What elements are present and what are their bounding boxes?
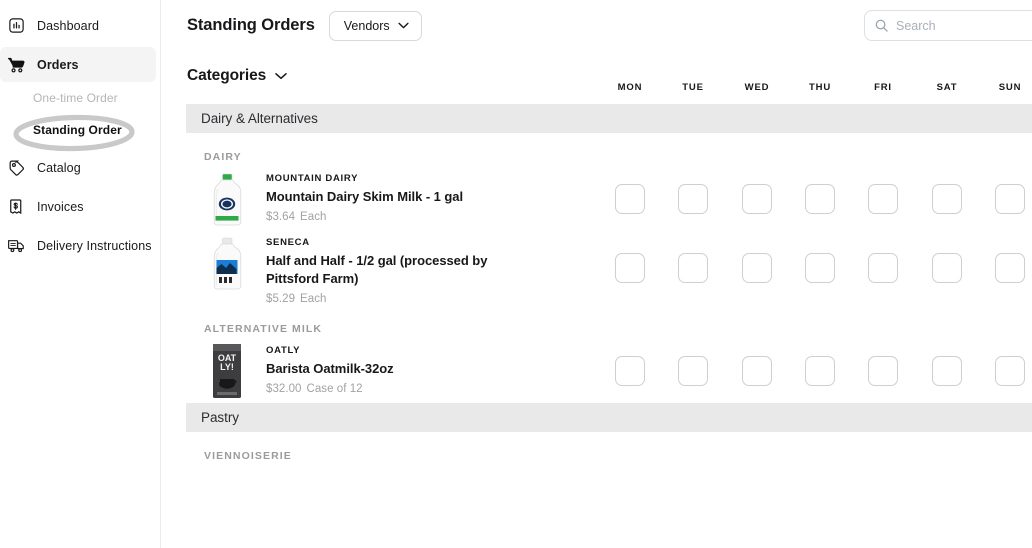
quantity-box-wed[interactable] [742,356,772,386]
product-unit: Case of 12 [306,383,363,395]
sidebar-item-catalog[interactable]: Catalog [0,150,156,185]
chevron-down-icon[interactable] [275,72,287,80]
cart-icon [7,55,26,74]
truck-icon [7,236,26,255]
search-box[interactable] [864,10,1032,41]
quantity-box-wed[interactable] [742,184,772,214]
product-thumbnail: OAT LY! [204,341,250,403]
product-image-oatly-carton: OAT LY! [212,343,242,399]
sidebar-item-label: Invoices [37,199,84,214]
quantity-box-sat[interactable] [932,184,962,214]
sidebar: Dashboard Orders One-time Order Standing… [0,0,161,548]
product-thumbnail [204,169,250,231]
subcategory-label: DAIRY [204,151,242,163]
sidebar-item-invoices[interactable]: Invoices [0,189,156,224]
sidebar-item-dashboard[interactable]: Dashboard [0,8,156,43]
product-price: $32.00 [266,383,302,395]
category-band-label: Dairy & Alternatives [201,111,318,126]
product-name[interactable]: Mountain Dairy Skim Milk - 1 gal [266,188,463,206]
product-brand: SENECA [266,237,310,248]
product-unit: Each [300,293,327,305]
sidebar-item-label: Orders [37,57,79,72]
sidebar-item-label: Catalog [37,160,81,175]
product-row: MOUNTAIN DAIRY Mountain Dairy Skim Milk -… [161,167,1032,231]
quantity-box-thu[interactable] [805,356,835,386]
quantity-box-mon[interactable] [615,356,645,386]
page-title: Standing Orders [187,16,315,34]
quantity-box-wed[interactable] [742,253,772,283]
chevron-down-icon [398,22,409,29]
product-list: Dairy & Alternatives DAIRY MOUNTAIN DAIRY… [161,104,1032,548]
quantity-box-sun[interactable] [995,253,1025,283]
product-image-gallon-jug [210,173,244,227]
categories-title: Categories [187,67,267,84]
search-icon [875,19,888,32]
quantity-box-tue[interactable] [678,184,708,214]
quantity-box-tue[interactable] [678,356,708,386]
sidebar-subitem-label: One-time Order [33,91,118,105]
sidebar-subitem-label: Standing Order [33,123,122,137]
quantity-box-fri[interactable] [868,253,898,283]
product-unit: Each [300,211,327,223]
product-name[interactable]: Barista Oatmilk-32oz [266,360,394,378]
product-price: $5.29 [266,293,296,305]
quantity-box-sun[interactable] [995,356,1025,386]
sidebar-item-orders[interactable]: Orders [0,47,156,82]
quantity-box-sat[interactable] [932,253,962,283]
search-input[interactable] [896,18,1032,33]
quantity-box-mon[interactable] [615,184,645,214]
subcategory-label: VIENNOISERIE [204,450,292,462]
product-image-half-gallon-jug [210,237,244,291]
quantity-box-thu[interactable] [805,253,835,283]
quantity-box-thu[interactable] [805,184,835,214]
product-row: SENECA Half and Half - 1/2 gal (processed… [161,231,1032,305]
quantity-box-mon[interactable] [615,253,645,283]
product-info: MOUNTAIN DAIRY Mountain Dairy Skim Milk -… [250,167,463,223]
quantity-box-sun[interactable] [995,184,1025,214]
product-name[interactable]: Half and Half - 1/2 gal (processed by Pi… [266,252,536,288]
category-band[interactable]: Dairy & Alternatives [186,104,1032,133]
product-price: $3.64 [266,211,296,223]
product-thumbnail [204,233,250,295]
sidebar-subitem-standing-order[interactable]: Standing Order [0,114,160,146]
category-band-label: Pastry [201,410,239,425]
tag-icon [7,158,26,177]
vendors-dropdown-button[interactable]: Vendors [328,10,422,41]
dashboard-icon [7,16,26,35]
product-price-row: $3.64 Each [266,211,463,223]
product-brand: OATLY [266,345,301,356]
svg-text:LY!: LY! [220,362,234,372]
sidebar-item-label: Dashboard [37,18,100,33]
product-price-row: $5.29 Each [266,293,536,305]
invoice-icon [7,197,26,216]
sidebar-item-label: Delivery Instructions [37,238,152,253]
product-row: OAT LY! OATLY Barista Oatmilk-32oz $32.00 C… [161,339,1032,403]
quantity-box-tue[interactable] [678,253,708,283]
app-root: Dashboard Orders One-time Order Standing… [0,0,1032,548]
sidebar-subitem-one-time-order[interactable]: One-time Order [0,82,160,114]
top-bar: Standing Orders Vendors [161,0,1032,51]
product-info: OATLY Barista Oatmilk-32oz $32.00 Case of 1… [250,339,394,395]
sidebar-item-delivery-instructions[interactable]: Delivery Instructions [0,228,156,263]
subcategory-label: ALTERNATIVE MILK [204,323,323,335]
main-content: Standing Orders Vendors Search Categorie… [161,0,1032,548]
product-info: SENECA Half and Half - 1/2 gal (processed… [250,231,536,305]
quantity-box-sat[interactable] [932,356,962,386]
vendors-label: Vendors [343,18,390,33]
categories-row: Categories [161,51,1032,101]
product-brand: MOUNTAIN DAIRY [266,173,359,184]
category-band[interactable]: Pastry [186,403,1032,432]
quantity-box-fri[interactable] [868,356,898,386]
quantity-box-fri[interactable] [868,184,898,214]
product-price-row: $32.00 Case of 12 [266,383,394,395]
